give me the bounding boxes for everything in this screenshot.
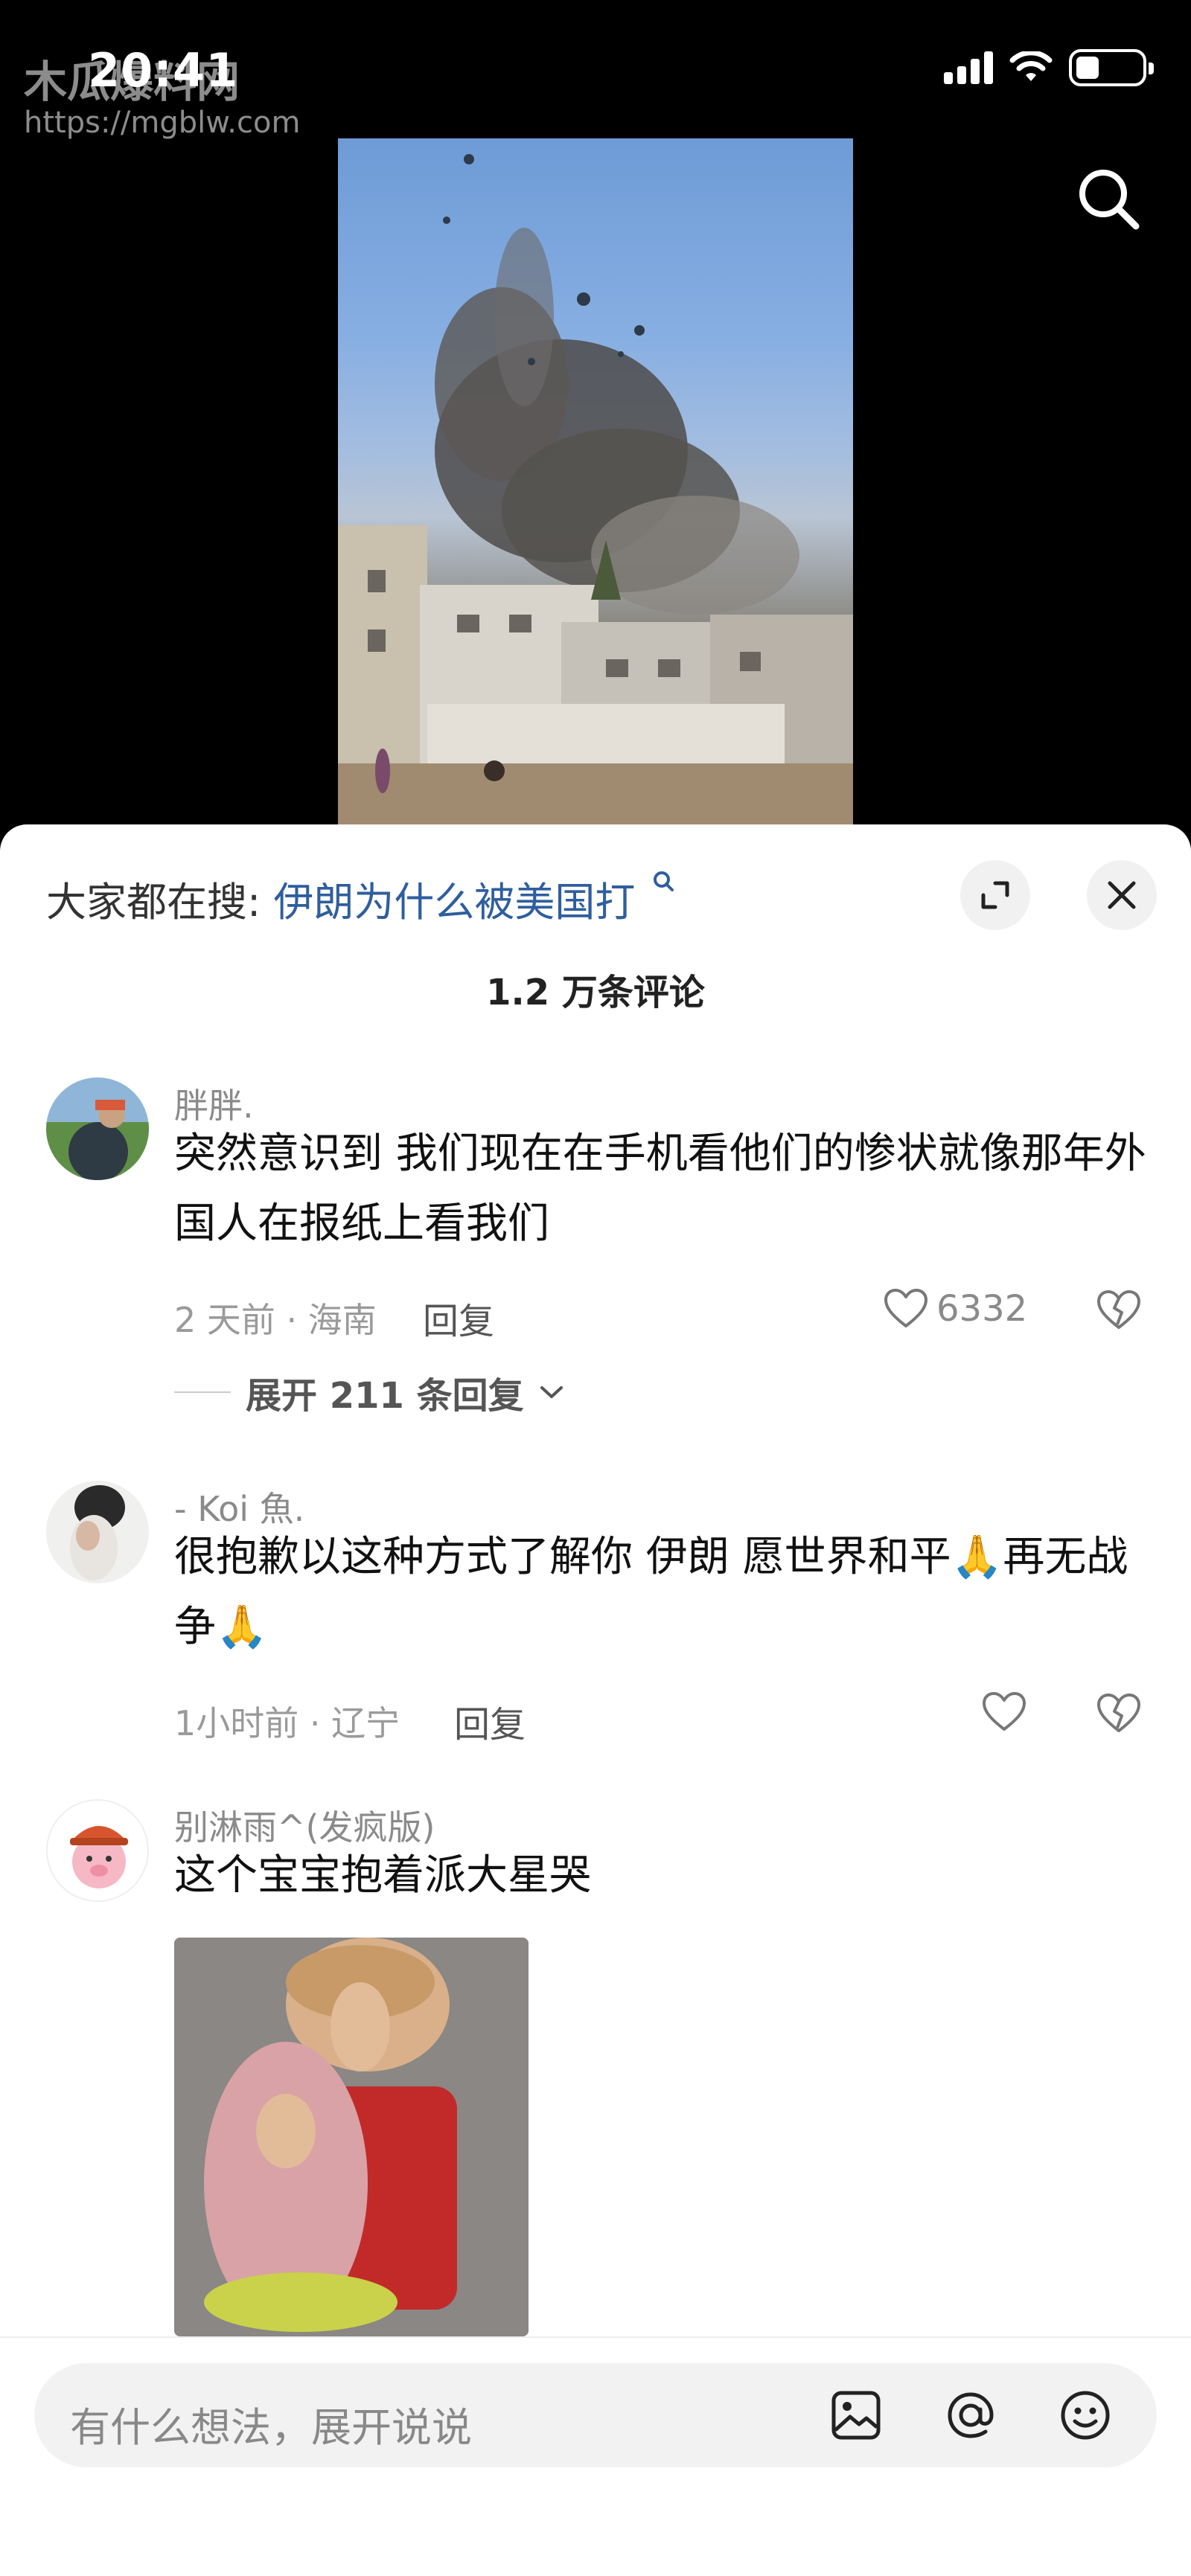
reply-button[interactable]: 回复 (423, 1292, 494, 1344)
image-icon (831, 2391, 881, 2440)
status-bar: 20:41 木瓜爆料网 https://mgblw.com (0, 0, 1191, 140)
expand-replies[interactable]: 展开 211 条回复 (174, 1366, 564, 1418)
comment-input-bar: 有什么想法，展开说说 (0, 2336, 1191, 2576)
chevron-down-icon (540, 1386, 563, 1398)
comment-text: 这个宝宝抱着派大星哭 (174, 1851, 591, 1900)
comment-photo (174, 1938, 529, 2336)
heart-icon (983, 1692, 1026, 1731)
hot-search-keyword[interactable]: 伊朗为什么被美国打 (273, 879, 635, 926)
like-count: 6332 (936, 1288, 1028, 1330)
like-button[interactable] (981, 1691, 1027, 1734)
dislike-button[interactable] (1096, 1289, 1142, 1335)
search-button[interactable] (1072, 162, 1146, 237)
close-icon (1108, 881, 1136, 909)
comment-input-placeholder: 有什么想法，展开说说 (70, 2404, 472, 2451)
pray-emoji: 🙏 (216, 1603, 268, 1651)
expand-icon (981, 881, 1009, 909)
avatar[interactable] (46, 1481, 149, 1583)
signal-icon (944, 51, 993, 84)
search-icon (1079, 170, 1140, 230)
wifi-icon (1009, 51, 1053, 81)
broken-heart-icon (1097, 1290, 1140, 1329)
pray-emoji: 🙏 (951, 1533, 1003, 1581)
comment-text: 很抱歉以这种方式了解你 伊朗 愿世界和平🙏再无战争🙏 (174, 1522, 1157, 1662)
expand-sheet-button[interactable] (960, 860, 1030, 930)
dislike-button[interactable] (1096, 1692, 1142, 1738)
emoji-icon (1061, 2391, 1110, 2440)
status-icons (944, 49, 1154, 86)
at-icon (948, 2392, 994, 2438)
watermark: 木瓜爆料网 https://mgblw.com (24, 58, 300, 140)
broken-heart-icon (1097, 1694, 1140, 1732)
hot-search[interactable]: 大家都在搜: 伊朗为什么被美国打 (46, 869, 675, 928)
comment-text: 突然意识到 我们现在在手机看他们的惨状就像那年外国人在报纸上看我们 (174, 1130, 1146, 1248)
battery-icon (1069, 49, 1154, 86)
comment-count: 1.2 万条评论 (486, 972, 705, 1013)
avatar[interactable] (46, 1077, 149, 1180)
expand-replies-label: 展开 211 条回复 (246, 1375, 524, 1417)
video-frame (338, 154, 853, 827)
search-small-icon (653, 871, 674, 891)
comment-meta: 1小时前 · 辽宁 (174, 1703, 400, 1743)
hot-search-label: 大家都在搜: (46, 879, 261, 926)
emoji-button[interactable] (1053, 2383, 1118, 2448)
avatar[interactable] (46, 1799, 149, 1902)
comment-meta: 2 天前 · 海南 (174, 1300, 377, 1340)
watermark-name: 木瓜爆料网 (24, 57, 240, 107)
reply-button[interactable]: 回复 (454, 1695, 526, 1747)
comment-image[interactable] (174, 1938, 529, 2336)
like-button[interactable]: 6332 (883, 1287, 1027, 1330)
heart-icon (884, 1289, 927, 1327)
video-player[interactable] (338, 138, 853, 827)
image-button[interactable] (823, 2383, 889, 2448)
close-button[interactable] (1087, 860, 1157, 930)
watermark-url: https://mgblw.com (24, 106, 301, 140)
comment-sheet: 大家都在搜: 伊朗为什么被美国打 1.2 万条评论 胖胖. 突然意识到 我们现在… (0, 824, 1191, 2576)
mention-button[interactable] (938, 2383, 1003, 2448)
comment-input[interactable]: 有什么想法，展开说说 (34, 2363, 1157, 2467)
